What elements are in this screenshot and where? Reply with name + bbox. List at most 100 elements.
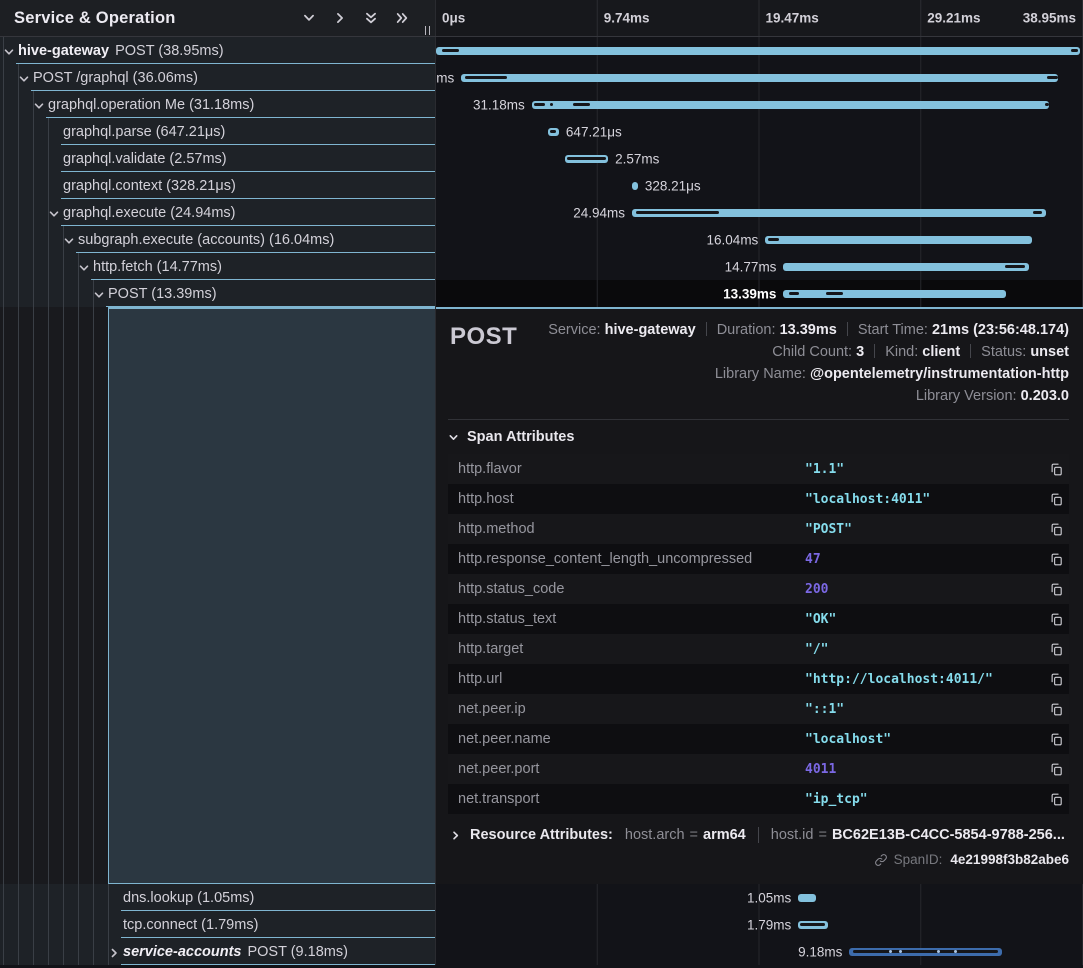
attributes-table: http.flavor"1.1"http.host"localhost:4011…	[448, 454, 1069, 814]
span-tree-cell[interactable]: dns.lookup (1.05ms)	[0, 884, 435, 911]
span-tree-cell[interactable]: POST /graphql (36.06ms)	[0, 64, 435, 91]
chevron-down-icon[interactable]	[302, 11, 316, 25]
span-row[interactable]: graphql.context (328.21μs) 328.21μs	[0, 172, 1083, 199]
chevron-down-icon[interactable]	[93, 288, 105, 300]
chevron-down-icon[interactable]	[3, 45, 15, 57]
span-row[interactable]: graphql.parse (647.21μs) 647.21μs	[0, 118, 1083, 145]
copy-icon[interactable]	[1043, 792, 1069, 807]
timeline-track[interactable]: 24.94ms	[436, 199, 1083, 226]
chevron-down-icon[interactable]	[48, 207, 60, 219]
span-tree-cell[interactable]: tcp.connect (1.79ms)	[0, 911, 435, 938]
span-row[interactable]: http.fetch (14.77ms) 14.77ms	[0, 253, 1083, 280]
span-row[interactable]: hive-gateway POST (38.95ms) 38.95ms	[0, 37, 1083, 64]
chevron-right-icon[interactable]	[333, 11, 347, 25]
service-name: hive-gateway	[18, 43, 109, 59]
copy-icon[interactable]	[1043, 552, 1069, 567]
span-row[interactable]: dns.lookup (1.05ms) 1.05ms	[0, 884, 1083, 911]
span-row[interactable]: POST /graphql (36.06ms) 36.06ms	[0, 64, 1083, 91]
timeline-track[interactable]: 16.04ms	[436, 226, 1083, 253]
timeline-track[interactable]: 9.18ms	[436, 938, 1083, 965]
timeline-track[interactable]: 647.21μs	[436, 118, 1083, 145]
copy-icon[interactable]	[1043, 702, 1069, 717]
chevron-down-icon[interactable]	[78, 261, 90, 273]
timeline-track[interactable]: 13.39ms	[436, 280, 1083, 307]
indent-guides	[0, 884, 110, 911]
child-span-mark	[789, 292, 799, 295]
span-detail-row: POST Service: hive-gatewayDuration: 13.3…	[0, 307, 1083, 884]
span-row[interactable]: POST (13.39ms) 13.39ms	[0, 280, 1083, 307]
chevron-down-icon[interactable]	[33, 99, 45, 111]
double-chevron-right-icon[interactable]	[395, 11, 409, 25]
attribute-value: "1.1"	[805, 462, 1043, 477]
timeline-track[interactable]: 36.06ms	[436, 64, 1083, 91]
span-tree-cell[interactable]: graphql.validate (2.57ms)	[0, 145, 435, 172]
resource-attributes-row[interactable]: Resource Attributes: host.arch=arm64 hos…	[448, 827, 1069, 843]
attribute-value: 200	[805, 582, 1043, 597]
chevron-down-icon	[448, 432, 459, 443]
attribute-key: http.status_text	[458, 611, 805, 627]
span-bar[interactable]	[436, 47, 1080, 55]
span-bar[interactable]	[765, 236, 1032, 244]
span-bar[interactable]	[532, 101, 1050, 109]
span-tree-cell[interactable]: POST (13.39ms)	[0, 280, 435, 307]
panel-resize-handle[interactable]	[425, 26, 431, 35]
timeline-track[interactable]: 14.77ms	[436, 253, 1083, 280]
timeline-track[interactable]: 328.21μs	[436, 172, 1083, 199]
span-row[interactable]: tcp.connect (1.79ms) 1.79ms	[0, 911, 1083, 938]
span-bar[interactable]	[461, 74, 1058, 82]
span-tree-cell[interactable]: graphql.context (328.21μs)	[0, 172, 435, 199]
copy-icon[interactable]	[1043, 612, 1069, 627]
header-row: Service & Operation 0μs9.74ms19.47ms29.2…	[0, 0, 1083, 37]
span-tree-cell[interactable]: hive-gateway POST (38.95ms)	[0, 37, 435, 64]
copy-icon[interactable]	[1043, 642, 1069, 657]
duration-label: 14.77ms	[725, 259, 777, 274]
span-row[interactable]: graphql.validate (2.57ms) 2.57ms	[0, 145, 1083, 172]
copy-icon[interactable]	[1043, 582, 1069, 597]
meta-line-4: Library Version: 0.203.0	[448, 385, 1069, 407]
copy-icon[interactable]	[1043, 492, 1069, 507]
copy-icon[interactable]	[1043, 462, 1069, 477]
span-bar[interactable]	[632, 182, 638, 190]
span-tree-cell[interactable]: graphql.execute (24.94ms)	[0, 199, 435, 226]
span-bar[interactable]	[798, 894, 815, 902]
span-tree-cell[interactable]: graphql.operation Me (31.18ms)	[0, 91, 435, 118]
timeline-track[interactable]: 31.18ms	[436, 91, 1083, 118]
chevron-down-icon[interactable]	[63, 234, 75, 246]
span-row[interactable]: subgraph.execute (accounts) (16.04ms) 16…	[0, 226, 1083, 253]
span-tree-cell[interactable]: graphql.parse (647.21μs)	[0, 118, 435, 145]
span-row[interactable]: graphql.execute (24.94ms) 24.94ms	[0, 199, 1083, 226]
timeline-track[interactable]: 38.95ms	[436, 37, 1083, 64]
span-bar[interactable]	[783, 263, 1028, 271]
span-row[interactable]: service-accounts POST (9.18ms) 9.18ms	[0, 938, 1083, 965]
chevron-right-icon[interactable]	[108, 946, 120, 958]
indent-guides	[0, 145, 50, 172]
span-bar[interactable]	[783, 290, 1006, 298]
attribute-value: "OK"	[805, 612, 1043, 627]
trace-viewer: Service & Operation 0μs9.74ms19.47ms29.2…	[0, 0, 1083, 968]
link-icon[interactable]	[874, 853, 888, 867]
duration-label: 1.05ms	[747, 890, 791, 905]
span-row[interactable]: graphql.operation Me (31.18ms) 31.18ms	[0, 91, 1083, 118]
attribute-value: "/"	[805, 642, 1043, 657]
attribute-key: http.target	[458, 641, 805, 657]
copy-icon[interactable]	[1043, 732, 1069, 747]
span-tree-cell[interactable]: service-accounts POST (9.18ms)	[0, 938, 435, 965]
span-tree-cell[interactable]: http.fetch (14.77ms)	[0, 253, 435, 280]
chevron-down-icon[interactable]	[18, 72, 30, 84]
child-span-mark	[442, 49, 459, 52]
timeline-track[interactable]: 1.79ms	[436, 911, 1083, 938]
span-attributes-toggle[interactable]: Span Attributes	[448, 420, 1069, 454]
timeline-track[interactable]: 1.05ms	[436, 884, 1083, 911]
span-tree-cell[interactable]: subgraph.execute (accounts) (16.04ms)	[0, 226, 435, 253]
span-label: graphql.parse (647.21μs)	[63, 124, 225, 140]
attribute-key: http.host	[458, 491, 805, 507]
service-name: service-accounts	[123, 944, 241, 960]
attribute-key: http.response_content_length_uncompresse…	[458, 551, 805, 567]
timeline-track[interactable]: 2.57ms	[436, 145, 1083, 172]
child-span-mark	[853, 950, 999, 953]
attribute-row: net.peer.name"localhost"	[448, 724, 1069, 754]
copy-icon[interactable]	[1043, 672, 1069, 687]
copy-icon[interactable]	[1043, 762, 1069, 777]
copy-icon[interactable]	[1043, 522, 1069, 537]
double-chevron-down-icon[interactable]	[364, 11, 378, 25]
